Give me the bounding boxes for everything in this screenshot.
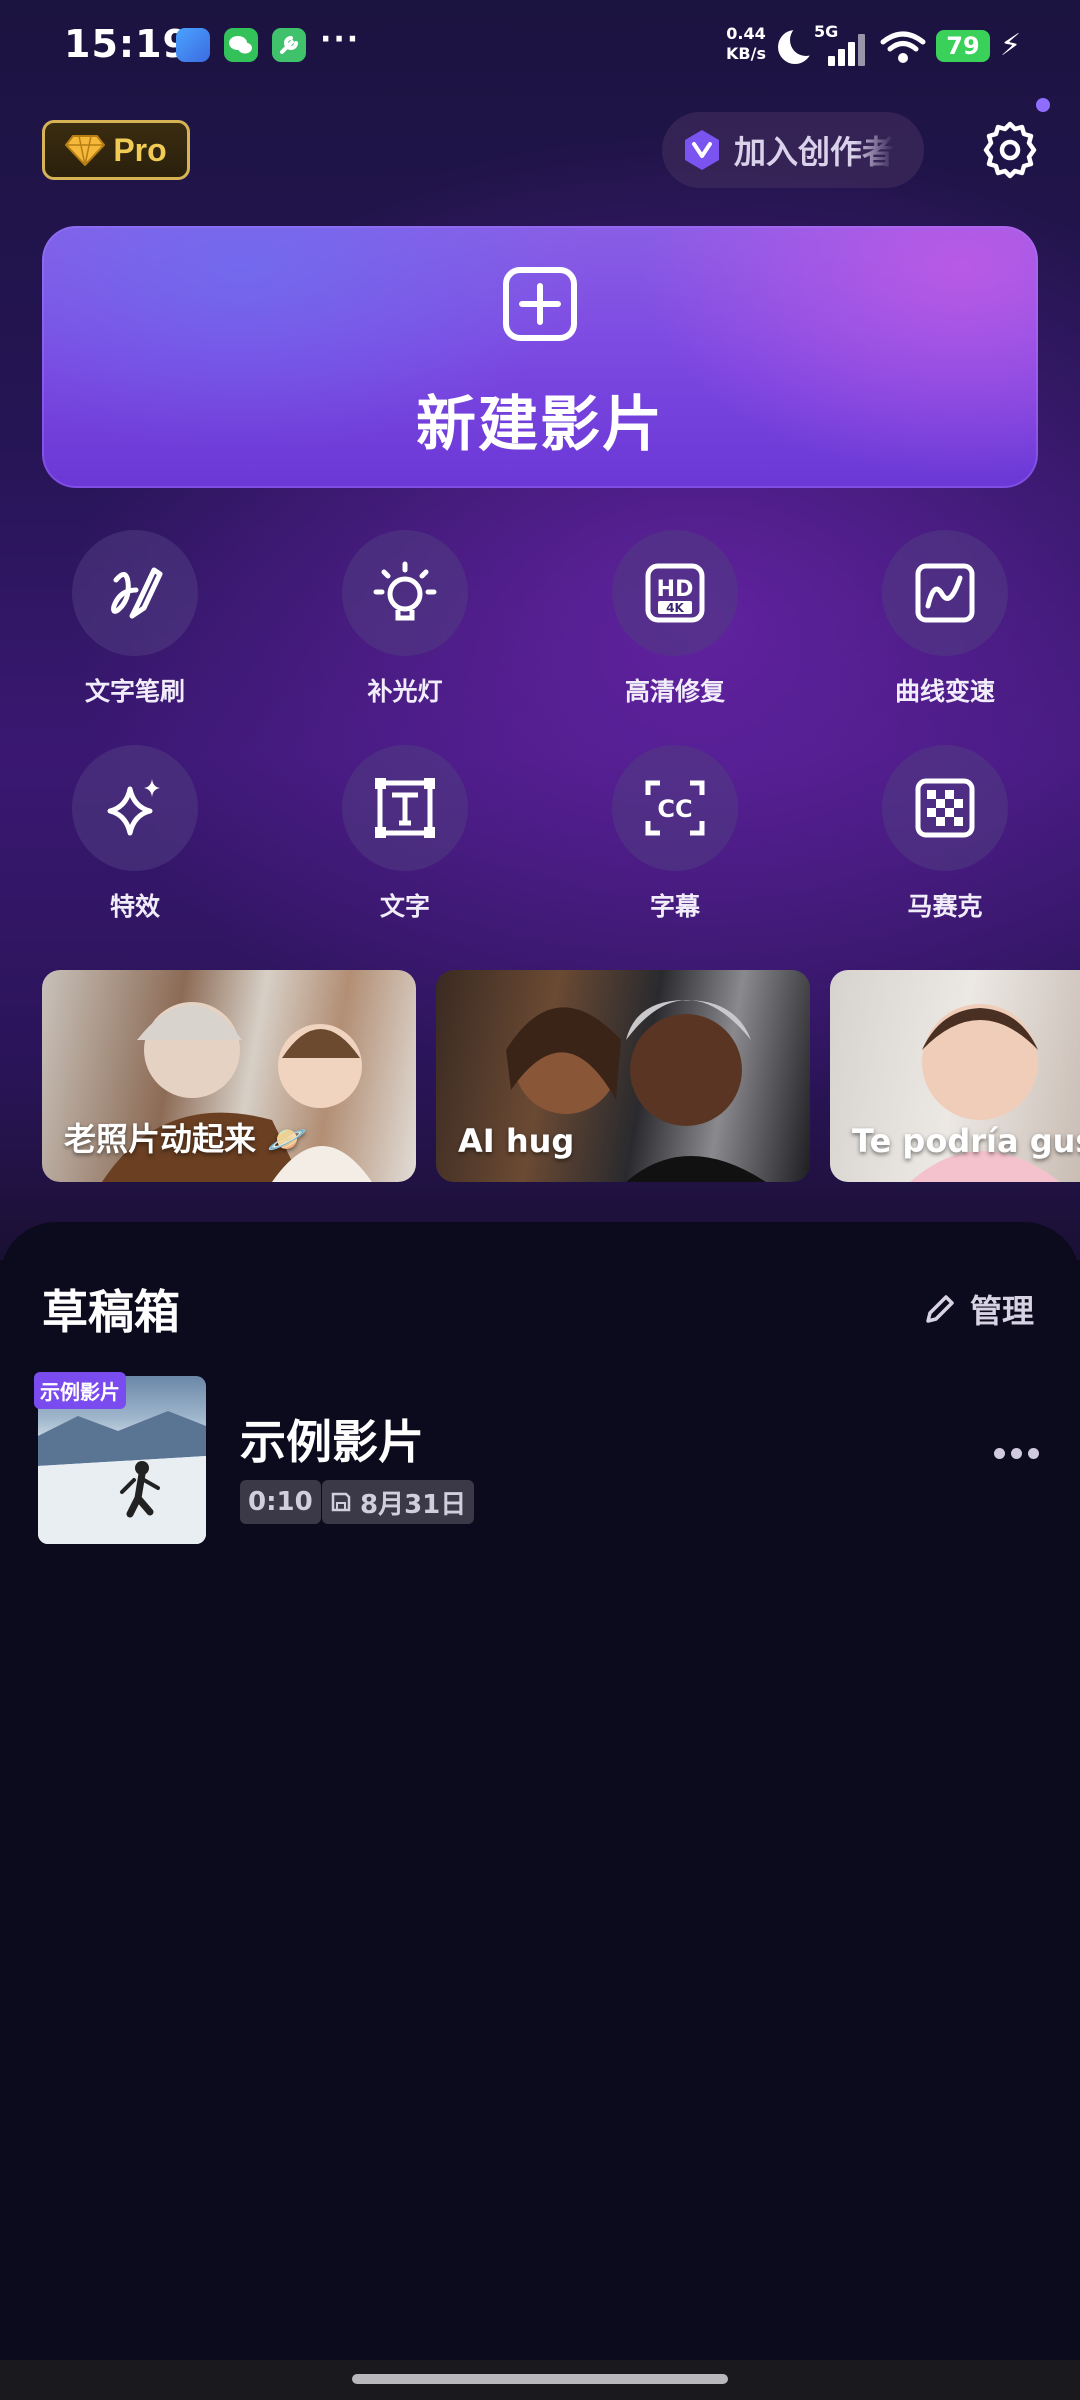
plus-square-icon bbox=[503, 267, 577, 341]
pro-badge[interactable]: Pro bbox=[42, 120, 190, 180]
tool-hd-repair[interactable]: HD 4K 高清修复 bbox=[575, 530, 775, 708]
moon-icon bbox=[778, 24, 822, 64]
tool-label: 文字 bbox=[379, 892, 430, 921]
notification-dot bbox=[1036, 98, 1050, 112]
light-bulb-icon bbox=[373, 561, 437, 621]
net-speed-value: 0.44 bbox=[726, 24, 766, 43]
more-dots-icon: ··· bbox=[320, 22, 361, 57]
new-film-button[interactable]: 新建影片 bbox=[42, 226, 1038, 488]
tool-label: 文字笔刷 bbox=[84, 677, 185, 706]
template-label: 老照片动起来 🪐 bbox=[64, 1120, 307, 1158]
tool-label: 曲线变速 bbox=[894, 677, 995, 706]
template-card[interactable]: Te podría gusta bbox=[830, 970, 1080, 1182]
tool-label: 马赛克 bbox=[907, 892, 983, 921]
svg-text:HD: HD bbox=[657, 577, 694, 602]
tool-circle bbox=[72, 530, 198, 656]
date-value: 8月31日 bbox=[360, 1489, 467, 1520]
curve-speed-icon bbox=[915, 563, 975, 623]
cc-icon: CC bbox=[645, 780, 705, 836]
draft-duration: 0:10 bbox=[240, 1480, 321, 1524]
drafts-title: 草稿箱 bbox=[42, 1285, 180, 1339]
svg-text:CC: CC bbox=[657, 795, 692, 823]
new-film-label: 新建影片 bbox=[416, 390, 664, 460]
more-options-icon[interactable] bbox=[994, 1448, 1039, 1459]
tool-circle bbox=[882, 530, 1008, 656]
tool-label: 特效 bbox=[109, 892, 160, 921]
status-time: 15:19 bbox=[64, 22, 190, 66]
template-label: Te podría gusta bbox=[852, 1122, 1080, 1160]
join-creator-button[interactable]: 加入创作者 bbox=[662, 112, 924, 188]
tool-circle bbox=[882, 745, 1008, 871]
drafts-panel: 草稿箱 管理 示例影片 示例影片 0:10 8月31日 bbox=[0, 1222, 1080, 2400]
tool-effects[interactable]: 特效 bbox=[35, 745, 235, 923]
template-card[interactable]: 老照片动起来 🪐 bbox=[42, 970, 416, 1182]
draft-date: 8月31日 bbox=[322, 1480, 475, 1524]
pencil-icon bbox=[926, 1295, 954, 1323]
tool-circle bbox=[342, 530, 468, 656]
join-creator-label: 加入创作者 bbox=[734, 133, 895, 171]
sample-badge: 示例影片 bbox=[34, 1372, 126, 1409]
status-bar: 15:19 ··· 0.44 KB/s 5G 79 ⚡ bbox=[0, 0, 1080, 92]
tool-subtitles[interactable]: CC 字幕 bbox=[575, 745, 775, 923]
diamond-icon bbox=[65, 135, 106, 166]
tool-mosaic[interactable]: 马赛克 bbox=[845, 745, 1045, 923]
mosaic-icon bbox=[915, 778, 975, 838]
creator-shield-icon bbox=[685, 130, 719, 170]
template-card[interactable]: AI hug bbox=[436, 970, 810, 1182]
sparkle-icon bbox=[107, 779, 160, 836]
tool-text-brush[interactable]: 文字笔刷 bbox=[35, 530, 235, 708]
home-indicator[interactable] bbox=[352, 2374, 728, 2384]
text-box-icon bbox=[375, 778, 435, 838]
tool-circle bbox=[342, 745, 468, 871]
template-label: AI hug bbox=[458, 1122, 575, 1160]
manage-label: 管理 bbox=[970, 1292, 1035, 1330]
signal-icon bbox=[828, 32, 870, 66]
svg-text:4K: 4K bbox=[666, 601, 684, 615]
tool-label: 补光灯 bbox=[367, 677, 443, 706]
net-speed: 0.44 KB/s bbox=[726, 24, 766, 64]
gear-icon[interactable] bbox=[980, 120, 1040, 180]
tool-label: 高清修复 bbox=[624, 677, 725, 706]
duration-value: 0:10 bbox=[248, 1487, 313, 1517]
hd-4k-icon: HD 4K bbox=[645, 563, 705, 623]
app-icon bbox=[176, 28, 210, 62]
tool-icon bbox=[272, 28, 306, 62]
tool-curve-speed[interactable]: 曲线变速 bbox=[845, 530, 1045, 708]
battery-icon: 79 bbox=[936, 30, 990, 62]
wifi-icon bbox=[880, 31, 926, 63]
tool-circle bbox=[72, 745, 198, 871]
tool-text[interactable]: 文字 bbox=[305, 745, 505, 923]
tool-circle: HD 4K bbox=[612, 530, 738, 656]
wechat-icon bbox=[224, 28, 258, 62]
pro-label: Pro bbox=[113, 131, 167, 168]
tool-label: 字幕 bbox=[649, 892, 700, 921]
draft-title: 示例影片 bbox=[240, 1415, 424, 1469]
tool-fill-light[interactable]: 补光灯 bbox=[305, 530, 505, 708]
net-speed-unit: KB/s bbox=[726, 44, 766, 63]
manage-button[interactable]: 管理 bbox=[922, 1286, 1034, 1332]
charging-icon: ⚡ bbox=[1000, 28, 1022, 63]
save-icon bbox=[331, 1492, 351, 1512]
tool-circle: CC bbox=[612, 745, 738, 871]
text-brush-icon bbox=[111, 567, 163, 619]
